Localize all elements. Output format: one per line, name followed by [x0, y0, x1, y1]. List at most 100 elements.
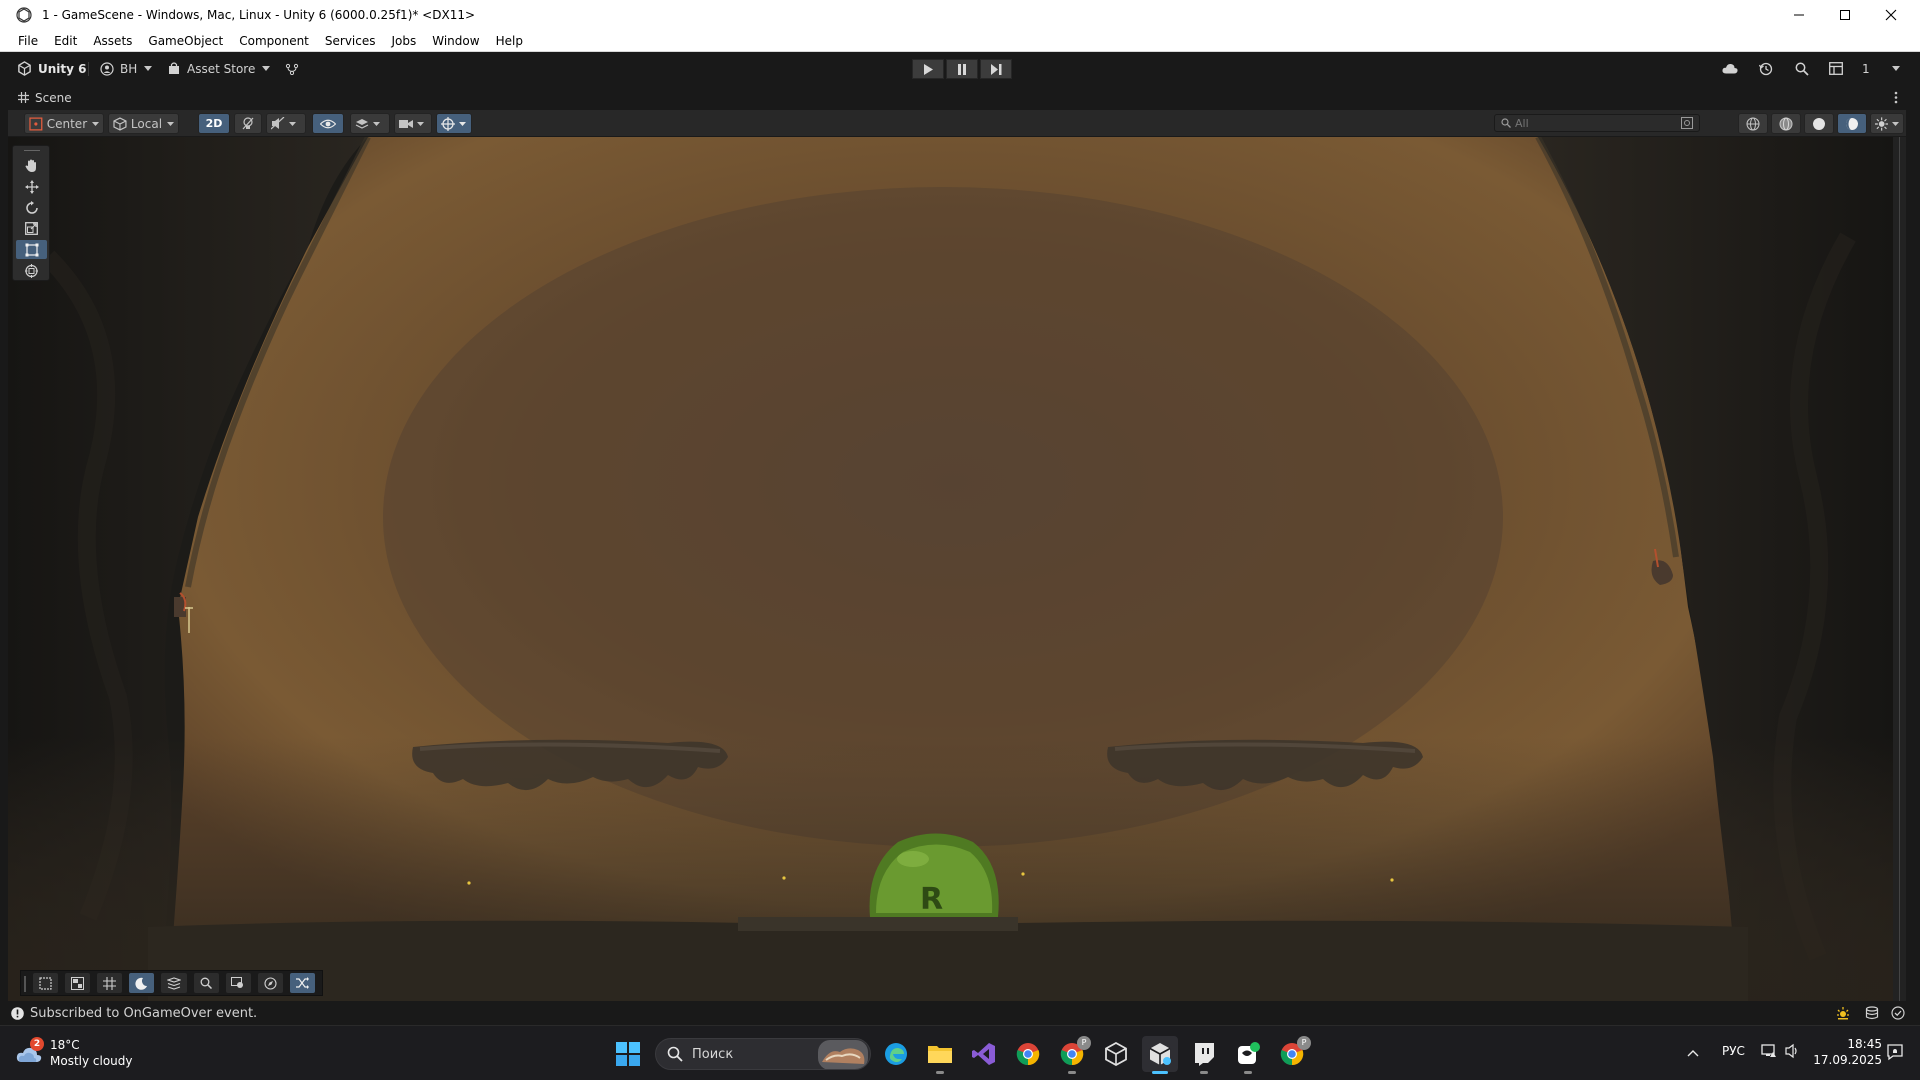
- language-indicator[interactable]: РУС: [1722, 1044, 1745, 1058]
- search-button[interactable]: [1795, 52, 1809, 85]
- overlay-lighting-button[interactable]: [129, 973, 155, 993]
- menu-file[interactable]: File: [10, 30, 46, 52]
- rect-tool-button[interactable]: [16, 240, 47, 259]
- overlay-search-button[interactable]: [193, 973, 219, 993]
- camera-preview-icon: [231, 977, 244, 988]
- maximize-button[interactable]: [1822, 0, 1868, 30]
- layers-icon: [1829, 62, 1843, 75]
- scene-search-field[interactable]: [1494, 114, 1700, 132]
- unity-version-button[interactable]: Unity 6: [17, 52, 87, 85]
- mode-2d-toggle[interactable]: 2D: [198, 113, 230, 134]
- light-bulb-icon: [242, 117, 254, 130]
- notifications-button[interactable]: [1886, 1043, 1904, 1064]
- shading-options-dropdown[interactable]: [1870, 113, 1904, 134]
- draw-mode-dropdown[interactable]: [350, 113, 390, 134]
- menu-component[interactable]: Component: [231, 30, 317, 52]
- asset-store-dropdown[interactable]: Asset Store: [168, 52, 271, 85]
- clock[interactable]: 18:45 17.09.2025: [1812, 1036, 1882, 1068]
- unlit-shading-button[interactable]: [1837, 113, 1867, 134]
- taskbar-chrome-second[interactable]: P: [1274, 1036, 1311, 1072]
- scene-tab[interactable]: Scene: [18, 91, 72, 105]
- undo-history-button[interactable]: [1759, 52, 1773, 85]
- taskbar-visual-studio[interactable]: [966, 1036, 1002, 1072]
- tab-options-button[interactable]: [1894, 91, 1898, 107]
- scene-viewport[interactable]: R: [8, 137, 1893, 1001]
- account-dropdown[interactable]: BH: [100, 52, 153, 85]
- overlay-rect-select-button[interactable]: [33, 973, 59, 993]
- hand-tool-button[interactable]: [16, 156, 47, 175]
- menu-bar: File Edit Assets GameObject Component Se…: [0, 30, 1920, 52]
- pause-button[interactable]: [946, 59, 978, 79]
- search-filter-icon: [1681, 117, 1693, 129]
- asset-store-label: Asset Store: [187, 61, 256, 76]
- taskbar-unity-editor[interactable]: [1142, 1036, 1178, 1074]
- menu-jobs[interactable]: Jobs: [384, 30, 425, 52]
- volume-icon[interactable]: [1785, 1043, 1801, 1062]
- play-button[interactable]: [912, 59, 944, 79]
- taskbar-edge[interactable]: [878, 1036, 914, 1072]
- menu-gameobject[interactable]: GameObject: [140, 30, 231, 52]
- transform-tool-button[interactable]: [16, 261, 47, 280]
- scene-tab-label: Scene: [35, 90, 72, 105]
- layers-stack-icon: [355, 118, 369, 129]
- layers-button[interactable]: [1829, 52, 1843, 85]
- taskbar-chat-app[interactable]: [1230, 1036, 1266, 1074]
- menu-help[interactable]: Help: [488, 30, 531, 52]
- move-tool-button[interactable]: [16, 177, 47, 196]
- overlay-navigation-button[interactable]: [257, 973, 283, 993]
- version-control-button[interactable]: [285, 52, 299, 85]
- lighting-status-button[interactable]: [1836, 1006, 1850, 1024]
- wireframe-shading-button[interactable]: [1738, 113, 1768, 134]
- shaded-wireframe-button[interactable]: [1771, 113, 1801, 134]
- scale-tool-button[interactable]: [16, 219, 47, 238]
- taskbar-search-box[interactable]: Поиск: [655, 1038, 871, 1070]
- progress-status-button[interactable]: [1891, 1006, 1905, 1024]
- step-button[interactable]: [980, 59, 1012, 79]
- rotate-tool-button[interactable]: [16, 198, 47, 217]
- weather-widget[interactable]: 2 18°C Mostly cloudy: [14, 1037, 133, 1069]
- tray-overflow-button[interactable]: [1687, 1046, 1699, 1060]
- more-vertical-icon: [1894, 91, 1898, 104]
- console-status-bar[interactable]: Subscribed to OnGameOver event.: [0, 1001, 1920, 1025]
- menu-assets[interactable]: Assets: [85, 30, 140, 52]
- cache-status-button[interactable]: [1865, 1006, 1879, 1024]
- pivot-space-dropdown[interactable]: Local: [108, 113, 179, 134]
- shaded-button[interactable]: [1804, 113, 1834, 134]
- taskbar-file-explorer[interactable]: [922, 1036, 958, 1074]
- menu-services[interactable]: Services: [317, 30, 384, 52]
- gizmos-dropdown[interactable]: [436, 113, 472, 134]
- cloud-button[interactable]: [1722, 52, 1738, 85]
- overlay-tile-palette-button[interactable]: [65, 973, 91, 993]
- wireframe-icon: [1746, 116, 1760, 131]
- taskbar-unity-hub[interactable]: [1098, 1036, 1134, 1072]
- rect-select-icon: [39, 976, 52, 990]
- bake-lighting-icon: [1837, 1007, 1849, 1020]
- taskbar-chrome-profile[interactable]: P: [1054, 1036, 1091, 1074]
- lighting-toggle[interactable]: [234, 113, 262, 134]
- search-highlight-image: [818, 1040, 868, 1069]
- close-button[interactable]: [1868, 0, 1914, 30]
- scene-search-input[interactable]: [1515, 116, 1675, 130]
- layout-dropdown[interactable]: 1: [1862, 52, 1900, 85]
- minimize-button[interactable]: [1776, 0, 1822, 30]
- scene-visibility-toggle[interactable]: [312, 113, 344, 134]
- info-icon: [11, 1006, 24, 1020]
- compass-icon: [264, 976, 277, 990]
- clock-time: 18:45: [1847, 1037, 1882, 1051]
- taskbar-chrome[interactable]: [1010, 1036, 1046, 1072]
- overlay-grid-button[interactable]: [97, 973, 123, 993]
- viewport-scrollbar[interactable]: [1893, 137, 1906, 1001]
- overlay-brush-button[interactable]: [161, 973, 187, 993]
- sun-icon: [1875, 116, 1889, 131]
- camera-settings-dropdown[interactable]: [394, 113, 432, 134]
- start-button[interactable]: [610, 1036, 646, 1072]
- taskbar-twitch[interactable]: [1186, 1036, 1222, 1074]
- overlay-shuffle-button[interactable]: [289, 973, 315, 993]
- network-icon[interactable]: [1761, 1043, 1777, 1062]
- pivot-mode-dropdown[interactable]: Center: [24, 113, 104, 134]
- audio-fx-dropdown[interactable]: [266, 113, 306, 134]
- menu-window[interactable]: Window: [424, 30, 487, 52]
- menu-edit[interactable]: Edit: [46, 30, 85, 52]
- svg-text:R: R: [920, 882, 943, 917]
- overlay-camera-button[interactable]: [225, 973, 251, 993]
